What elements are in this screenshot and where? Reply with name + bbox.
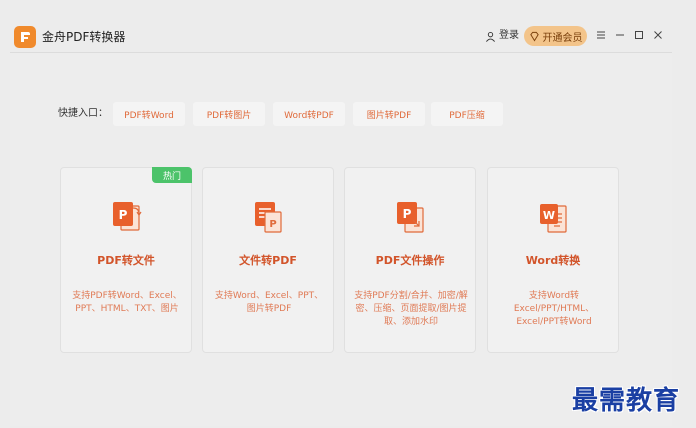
card-file-to-pdf[interactable]: P 文件转PDF 支持Word、Excel、PPT、图片转PDF — [202, 167, 334, 353]
diamond-icon — [529, 31, 539, 41]
app-logo-icon — [14, 26, 36, 48]
card-title: PDF转文件 — [97, 254, 155, 267]
svg-text:P: P — [119, 208, 128, 222]
maximize-icon — [635, 31, 643, 39]
quick-pdf-compress-button[interactable]: PDF压缩 — [431, 102, 503, 126]
close-icon — [654, 31, 662, 39]
card-title: Word转换 — [525, 254, 581, 267]
hot-badge: 热门 — [152, 167, 192, 183]
vip-label: 开通会员 — [542, 32, 583, 44]
pdf-operations-icon: P — [391, 198, 431, 238]
word-convert-icon: W — [534, 198, 574, 238]
card-description: 支持PDF转Word、Excel、PPT、HTML、TXT、图片 — [72, 291, 182, 314]
main-panel: 快捷入口： PDF转Word PDF转图片 Word转PDF 图片转PDF PD… — [10, 52, 672, 426]
file-to-pdf-icon: P — [249, 198, 289, 238]
card-description: 支持PDF分割/合并、加密/解密、压缩、页面提取/图片提取、添加水印 — [354, 291, 468, 327]
login-label: 登录 — [499, 30, 519, 41]
maximize-button[interactable] — [631, 27, 647, 43]
quick-entry-label: 快捷入口： — [58, 108, 108, 119]
card-title: 文件转PDF — [239, 254, 297, 267]
svg-text:P: P — [403, 207, 412, 221]
menu-button[interactable] — [593, 27, 609, 43]
card-pdf-operations[interactable]: P PDF文件操作 支持PDF分割/合并、加密/解密、压缩、页面提取/图片提取、… — [344, 167, 476, 353]
user-icon — [486, 31, 495, 42]
card-description: 支持Word、Excel、PPT、图片转PDF — [214, 291, 324, 314]
vip-button[interactable]: 开通会员 — [524, 26, 587, 46]
card-title: PDF文件操作 — [375, 254, 445, 267]
card-word-convert[interactable]: W Word转换 支持Word转Excel/PPT/HTML、Excel/PPT… — [487, 167, 619, 353]
minimize-icon — [616, 34, 624, 36]
quick-pdf-to-word-button[interactable]: PDF转Word — [113, 102, 185, 126]
close-button[interactable] — [650, 27, 666, 43]
login-button[interactable]: 登录 — [485, 28, 519, 44]
quick-word-to-pdf-button[interactable]: Word转PDF — [273, 102, 345, 126]
svg-text:P: P — [269, 219, 276, 230]
menu-icon — [597, 31, 605, 39]
app-title: 金舟PDF转换器 — [42, 30, 126, 44]
app-window: 金舟PDF转换器 登录 开通会员 快捷入口： PDF转Word PDF转图片 W… — [0, 0, 696, 428]
card-pdf-to-file[interactable]: 热门 P PDF转文件 支持PDF转Word、Excel、PPT、HTML、TX… — [60, 167, 192, 353]
quick-image-to-pdf-button[interactable]: 图片转PDF — [353, 102, 425, 126]
watermark-text: 最需教育 — [572, 386, 681, 416]
svg-text:W: W — [543, 209, 555, 222]
card-description: 支持Word转Excel/PPT/HTML、Excel/PPT转Word — [513, 291, 595, 327]
title-bar: 金舟PDF转换器 登录 开通会员 — [0, 0, 696, 48]
pdf-to-file-icon: P — [107, 198, 147, 238]
minimize-button[interactable] — [612, 27, 628, 43]
quick-pdf-to-image-button[interactable]: PDF转图片 — [193, 102, 265, 126]
